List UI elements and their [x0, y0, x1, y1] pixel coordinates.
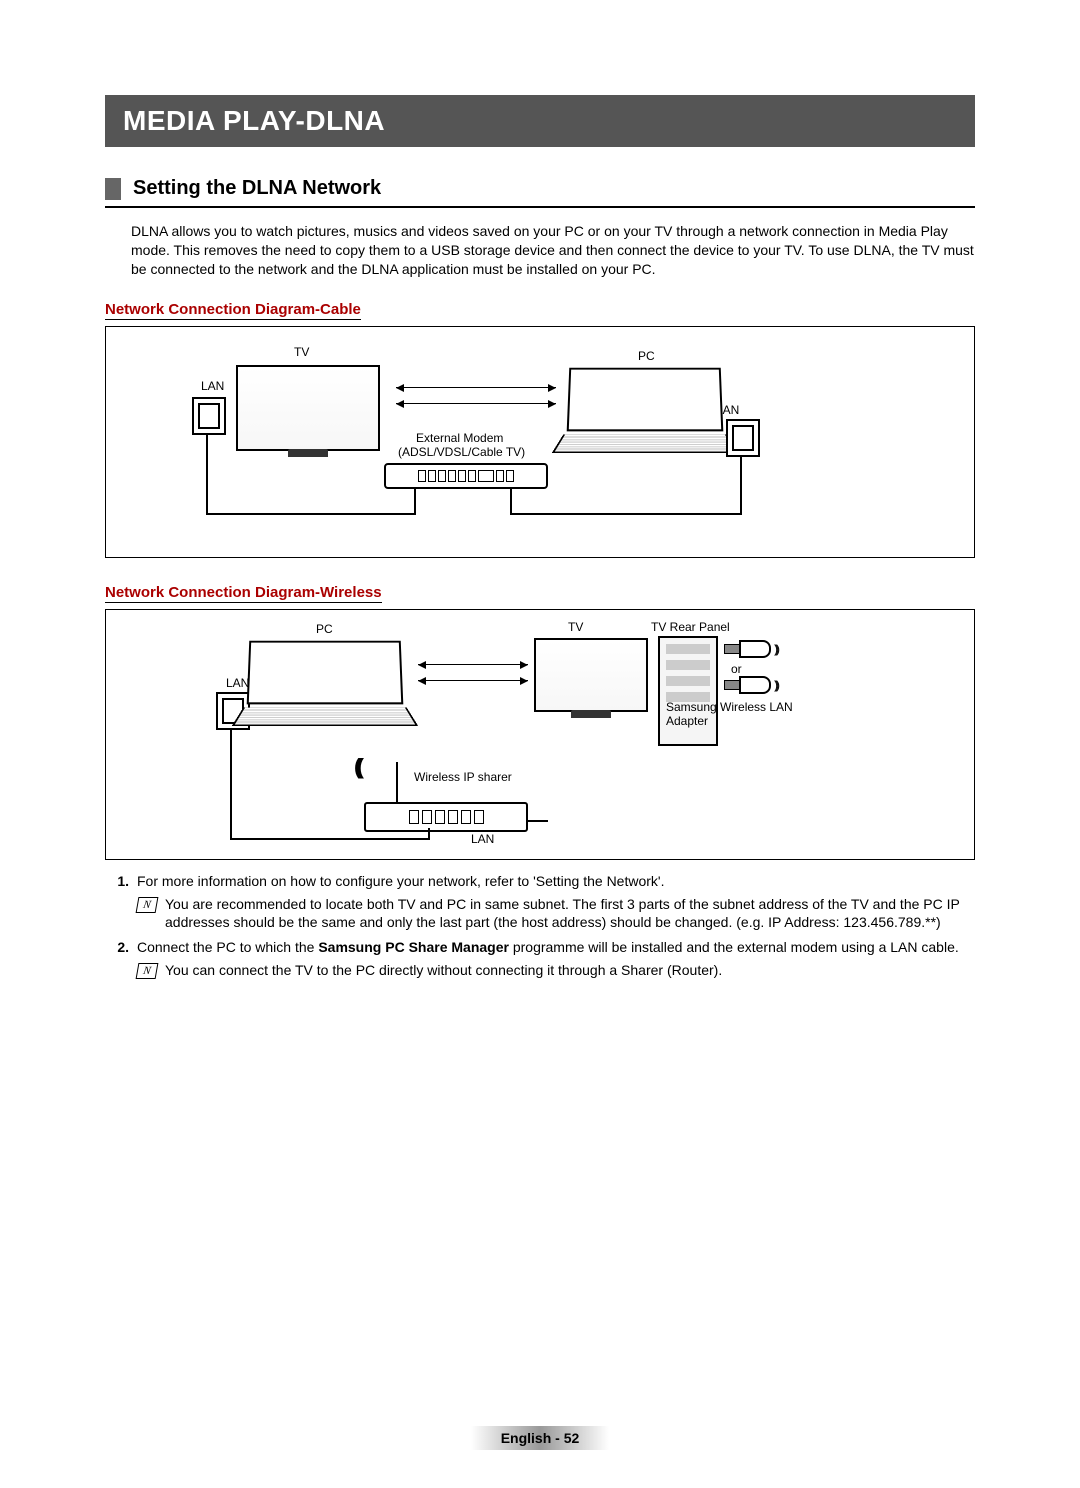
cable-label-tv: TV	[294, 345, 309, 359]
cable-line	[414, 487, 416, 515]
cable-label-pc: PC	[638, 349, 655, 363]
cable-line	[206, 435, 208, 515]
antenna-icon	[396, 762, 398, 802]
w-label-tv: TV	[568, 620, 583, 634]
cable-line	[230, 838, 430, 840]
cable-line	[428, 828, 430, 840]
list-text: Connect the PC to which the Samsung PC S…	[137, 938, 975, 957]
cable-line	[528, 820, 548, 822]
w-label-or: or	[731, 662, 742, 676]
tv-icon	[534, 638, 648, 712]
section-heading: Setting the DLNA Network	[133, 177, 381, 200]
w-label-adapter: Samsung Wireless LAN Adapter	[666, 700, 806, 728]
cable-line	[230, 730, 232, 840]
list-item: 2. Connect the PC to which the Samsung P…	[105, 938, 975, 957]
cable-line	[740, 455, 742, 515]
cable-line	[206, 513, 416, 515]
note-text: You can connect the TV to the PC directl…	[165, 961, 975, 980]
note-icon: N	[136, 897, 159, 913]
double-arrow-icon	[396, 387, 556, 388]
cable-label-modem2: (ADSL/VDSL/Cable TV)	[398, 445, 525, 459]
footer-page-label: English - 52	[471, 1426, 610, 1450]
diagram-cable: TV PC LAN LAN External Modem (ADSL/VDSL/…	[105, 326, 975, 558]
w-label-lan-router: LAN	[471, 832, 494, 846]
cable-label-lan-left: LAN	[201, 379, 224, 393]
lan-port-icon	[726, 419, 760, 457]
note-row: N You can connect the TV to the PC direc…	[137, 961, 975, 980]
list-text-bold: Samsung PC Share Manager	[318, 939, 509, 955]
double-arrow-icon	[418, 680, 528, 681]
laptop-icon	[568, 367, 732, 459]
intro-paragraph: DLNA allows you to watch pictures, music…	[131, 222, 975, 279]
section-underline	[105, 206, 975, 208]
note-text: You are recommended to locate both TV an…	[165, 895, 975, 933]
diagram-wireless: PC TV TV Rear Panel LAN ))) or ))) Samsu…	[105, 609, 975, 860]
w-label-lan: LAN	[226, 676, 249, 690]
cable-line	[510, 513, 742, 515]
w-label-router: Wireless IP sharer	[414, 770, 512, 784]
cable-label-modem1: External Modem	[416, 431, 503, 445]
list-text-lead: Connect the PC to which the	[137, 939, 318, 955]
note-icon: N	[136, 963, 159, 979]
wireless-adapter-icon: )))	[724, 676, 777, 694]
router-icon	[364, 802, 528, 832]
wireless-adapter-icon: )))	[724, 640, 777, 658]
page-footer: English - 52	[0, 1426, 1080, 1450]
tv-icon	[236, 365, 380, 451]
tv-rear-panel-icon	[658, 636, 718, 746]
instruction-list: 1. For more information on how to config…	[105, 872, 975, 980]
wifi-icon: (((	[354, 754, 358, 780]
double-arrow-icon	[418, 664, 528, 665]
w-label-rear: TV Rear Panel	[651, 620, 730, 634]
list-text-tail: programme will be installed and the exte…	[509, 939, 959, 955]
list-number: 2.	[105, 938, 129, 957]
lan-port-icon	[192, 397, 226, 435]
laptop-icon	[248, 640, 412, 732]
list-number: 1.	[105, 872, 129, 891]
double-arrow-icon	[396, 403, 556, 404]
section-heading-row: Setting the DLNA Network	[105, 177, 975, 200]
list-text: For more information on how to configure…	[137, 872, 975, 891]
w-label-pc: PC	[316, 622, 333, 636]
cable-line	[510, 487, 512, 515]
diagram-cable-heading: Network Connection Diagram-Cable	[105, 301, 361, 320]
section-marker-icon	[105, 178, 121, 200]
diagram-wireless-heading: Network Connection Diagram-Wireless	[105, 584, 382, 603]
list-item: 1. For more information on how to config…	[105, 872, 975, 891]
note-row: N You are recommended to locate both TV …	[137, 895, 975, 933]
modem-icon	[384, 463, 548, 489]
page-title-bar: MEDIA PLAY-DLNA	[105, 95, 975, 147]
